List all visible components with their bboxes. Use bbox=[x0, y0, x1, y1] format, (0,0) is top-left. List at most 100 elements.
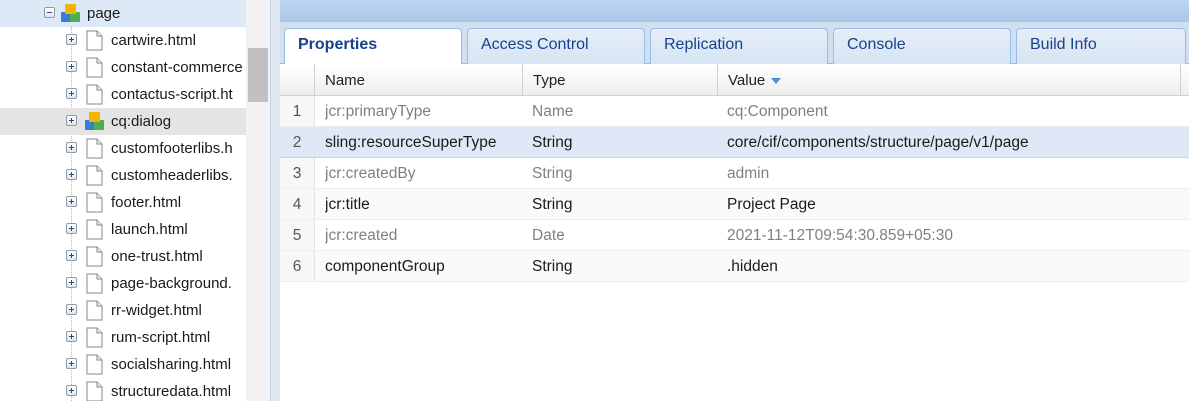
component-icon bbox=[85, 112, 104, 130]
expand-icon[interactable] bbox=[66, 304, 77, 315]
tree-node-label: footer.html bbox=[111, 194, 182, 211]
tree-node-label: structuredata.html bbox=[111, 383, 232, 400]
property-type: String bbox=[532, 134, 573, 151]
file-icon bbox=[86, 138, 103, 159]
property-name: jcr:primaryType bbox=[325, 103, 431, 120]
table-row[interactable]: 5 jcr:created Date 2021-11-12T09:54:30.8… bbox=[280, 220, 1189, 251]
tree-node-label: page bbox=[87, 5, 121, 22]
expand-icon[interactable] bbox=[66, 88, 77, 99]
tree-node-label: cq:dialog bbox=[111, 113, 172, 130]
file-icon bbox=[86, 273, 103, 294]
content-tree: page cartwire.html constant-commerce con… bbox=[0, 0, 270, 401]
expand-icon[interactable] bbox=[66, 115, 77, 126]
tab-strip: Properties Access Control Replication Co… bbox=[280, 22, 1189, 65]
tree-node-label: launch.html bbox=[111, 221, 188, 238]
tree-node[interactable]: page-background. bbox=[0, 270, 246, 297]
tree-node-label: customheaderlibs. bbox=[111, 167, 233, 184]
file-icon bbox=[86, 219, 103, 240]
property-value: .hidden bbox=[727, 258, 778, 275]
property-name: jcr:createdBy bbox=[325, 165, 416, 182]
tree-node[interactable]: socialsharing.html bbox=[0, 351, 246, 378]
table-row[interactable]: 1 jcr:primaryType Name cq:Component bbox=[280, 96, 1189, 127]
tab-replication[interactable]: Replication bbox=[650, 28, 828, 64]
component-icon bbox=[61, 4, 80, 22]
collapse-icon[interactable] bbox=[44, 7, 55, 18]
table-row[interactable]: 3 jcr:createdBy String admin bbox=[280, 158, 1189, 189]
property-type: String bbox=[532, 165, 573, 182]
file-icon bbox=[86, 30, 103, 51]
expand-icon[interactable] bbox=[66, 331, 77, 342]
file-icon bbox=[86, 246, 103, 267]
row-number: 1 bbox=[280, 96, 315, 126]
tree-node[interactable]: cartwire.html bbox=[0, 27, 246, 54]
tree-node-label: contactus-script.ht bbox=[111, 86, 233, 103]
panel-splitter[interactable] bbox=[270, 0, 280, 401]
table-row[interactable]: 6 componentGroup String .hidden bbox=[280, 251, 1189, 282]
file-icon bbox=[86, 354, 103, 375]
tree-node[interactable]: customheaderlibs. bbox=[0, 162, 246, 189]
expand-icon[interactable] bbox=[66, 250, 77, 261]
property-value: Project Page bbox=[727, 196, 816, 213]
tree-node[interactable]: footer.html bbox=[0, 189, 246, 216]
expand-icon[interactable] bbox=[66, 142, 77, 153]
tree-node[interactable]: structuredata.html bbox=[0, 378, 246, 401]
tree-node-page[interactable]: page bbox=[0, 0, 246, 27]
table-row-selected[interactable]: 2 sling:resourceSuperType String core/ci… bbox=[280, 127, 1189, 158]
property-type: String bbox=[532, 196, 573, 213]
property-value: admin bbox=[727, 165, 770, 182]
property-type: Name bbox=[532, 103, 574, 120]
expand-icon[interactable] bbox=[66, 169, 77, 180]
tab-properties[interactable]: Properties bbox=[284, 28, 462, 65]
file-icon bbox=[86, 327, 103, 348]
expand-icon[interactable] bbox=[66, 277, 77, 288]
properties-panel: Properties Access Control Replication Co… bbox=[280, 0, 1189, 401]
tree-node[interactable]: one-trust.html bbox=[0, 243, 246, 270]
file-icon bbox=[86, 84, 103, 105]
property-name: componentGroup bbox=[325, 258, 445, 275]
row-number: 4 bbox=[280, 189, 315, 219]
expand-icon[interactable] bbox=[66, 61, 77, 72]
file-icon bbox=[86, 57, 103, 78]
tree-node-label: rr-widget.html bbox=[111, 302, 202, 319]
tab-access-control[interactable]: Access Control bbox=[467, 28, 645, 64]
tree-node[interactable]: customfooterlibs.h bbox=[0, 135, 246, 162]
expand-icon[interactable] bbox=[66, 34, 77, 45]
file-icon bbox=[86, 300, 103, 321]
expand-icon[interactable] bbox=[66, 223, 77, 234]
property-name: jcr:created bbox=[325, 227, 398, 244]
property-name: sling:resourceSuperType bbox=[325, 134, 497, 151]
tab-console[interactable]: Console bbox=[833, 28, 1011, 64]
sort-desc-icon[interactable] bbox=[771, 78, 782, 85]
property-type: Date bbox=[532, 227, 565, 244]
tree-scrollbar-thumb[interactable] bbox=[248, 48, 268, 102]
column-header-type[interactable]: Type bbox=[523, 64, 718, 95]
row-number: 3 bbox=[280, 158, 315, 188]
expand-icon[interactable] bbox=[66, 196, 77, 207]
tree-node-label: cartwire.html bbox=[111, 32, 197, 49]
tree-node[interactable]: rum-script.html bbox=[0, 324, 246, 351]
property-value: cq:Component bbox=[727, 103, 828, 120]
tree-node-label: customfooterlibs.h bbox=[111, 140, 233, 157]
table-row[interactable]: 4 jcr:title String Project Page bbox=[280, 189, 1189, 220]
tree-node-label: page-background. bbox=[111, 275, 232, 292]
property-value: core/cif/components/structure/page/v1/pa… bbox=[727, 134, 1029, 151]
rownum-header bbox=[280, 64, 315, 95]
tree-node[interactable]: launch.html bbox=[0, 216, 246, 243]
tree-node[interactable]: contactus-script.ht bbox=[0, 81, 246, 108]
expand-icon[interactable] bbox=[66, 385, 77, 396]
tree-node[interactable]: constant-commerce bbox=[0, 54, 246, 81]
row-number: 5 bbox=[280, 220, 315, 250]
expand-icon[interactable] bbox=[66, 358, 77, 369]
tree-node[interactable]: rr-widget.html bbox=[0, 297, 246, 324]
grid-header: Name Type Value bbox=[280, 64, 1189, 96]
tree-node-label: socialsharing.html bbox=[111, 356, 232, 373]
column-header-value[interactable]: Value bbox=[718, 64, 1181, 95]
column-header-name[interactable]: Name bbox=[315, 64, 523, 95]
property-value: 2021-11-12T09:54:30.859+05:30 bbox=[727, 227, 953, 244]
tree-node-cq-dialog[interactable]: cq:dialog bbox=[0, 108, 246, 135]
tree-node-label: one-trust.html bbox=[111, 248, 203, 265]
tab-build-info[interactable]: Build Info bbox=[1016, 28, 1186, 64]
tree-node-label: rum-script.html bbox=[111, 329, 211, 346]
file-icon bbox=[86, 381, 103, 401]
row-number: 6 bbox=[280, 251, 315, 281]
